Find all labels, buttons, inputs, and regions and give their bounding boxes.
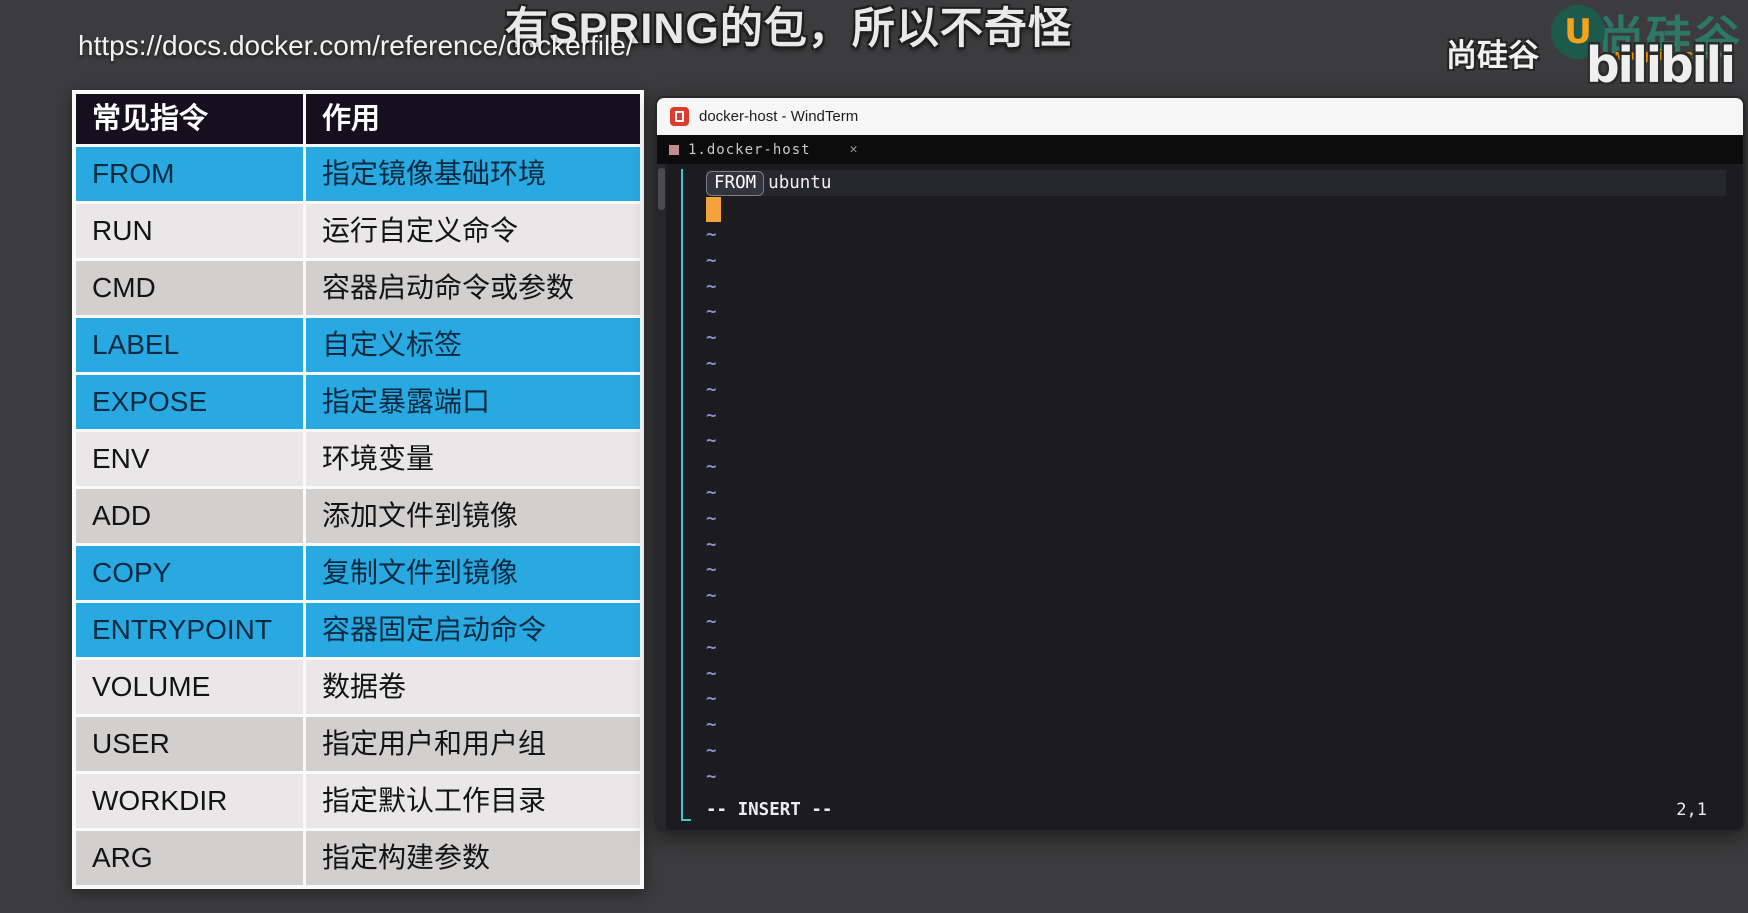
atguigu-brand-text: 尚硅谷 <box>1446 30 1539 75</box>
tilde-line: ~ <box>706 481 1733 507</box>
effect-cell: 添加文件到镜像 <box>306 489 640 543</box>
tilde-line: ~ <box>706 378 1733 404</box>
watermark: 尚硅谷 U 尚硅谷 www.atguigu.com bilibili <box>1438 0 1748 100</box>
from-argument: ubuntu <box>768 173 831 193</box>
command-cell: VOLUME <box>76 660 303 714</box>
effect-cell: 复制文件到镜像 <box>306 546 640 600</box>
tilde-line: ~ <box>706 739 1733 765</box>
tilde-line: ~ <box>706 558 1733 584</box>
vim-mode-guide-line <box>681 169 691 821</box>
command-cell: EXPOSE <box>76 375 303 429</box>
table-row: ENV环境变量 <box>76 432 640 486</box>
tilde-line: ~ <box>706 662 1733 688</box>
tilde-line: ~ <box>706 223 1733 249</box>
tilde-line: ~ <box>706 404 1733 430</box>
table-row: ADD添加文件到镜像 <box>76 489 640 543</box>
tab-close-icon[interactable]: ✕ <box>850 142 858 157</box>
effect-cell: 指定暴露端口 <box>306 375 640 429</box>
effect-cell: 指定用户和用户组 <box>306 717 640 771</box>
table-row: WORKDIR指定默认工作目录 <box>76 774 640 828</box>
tab-docker-host[interactable]: 1.docker-host ✕ <box>669 142 857 158</box>
code-line-1: FROMubuntu <box>706 170 1726 196</box>
tilde-line: ~ <box>706 584 1733 610</box>
table-row: VOLUME数据卷 <box>76 660 640 714</box>
window-titlebar[interactable]: docker-host - WindTerm <box>657 98 1743 135</box>
table-row: ARG指定构建参数 <box>76 831 640 885</box>
command-cell: WORKDIR <box>76 774 303 828</box>
windterm-window: docker-host - WindTerm 1.docker-host ✕ F… <box>655 96 1745 832</box>
table-row: RUN运行自定义命令 <box>76 204 640 258</box>
windterm-app-icon <box>670 107 689 126</box>
scroll-thumb[interactable] <box>658 168 665 210</box>
effect-cell: 数据卷 <box>306 660 640 714</box>
header-command: 常见指令 <box>76 94 303 144</box>
effect-cell: 指定构建参数 <box>306 831 640 885</box>
tilde-line: ~ <box>706 429 1733 455</box>
dockerfile-instruction-table: 常见指令 作用 FROM指定镜像基础环境RUN运行自定义命令CMD容器启动命令或… <box>72 90 644 889</box>
command-cell: COPY <box>76 546 303 600</box>
tilde-line: ~ <box>706 533 1733 559</box>
tab-label: 1.docker-host <box>688 142 811 158</box>
table-row: COPY复制文件到镜像 <box>76 546 640 600</box>
code-line-2 <box>706 197 1733 223</box>
effect-cell: 指定镜像基础环境 <box>306 147 640 201</box>
tilde-line: ~ <box>706 636 1733 662</box>
command-cell: FROM <box>76 147 303 201</box>
table-header-row: 常见指令 作用 <box>76 94 640 144</box>
tilde-column: ~~~~~~~~~~~~~~~~~~~~~~ <box>706 223 1733 791</box>
bilibili-logo: bilibili <box>1586 37 1734 95</box>
table-row: LABEL自定义标签 <box>76 318 640 372</box>
command-cell: RUN <box>76 204 303 258</box>
command-cell: ENV <box>76 432 303 486</box>
command-cell: USER <box>76 717 303 771</box>
tilde-line: ~ <box>706 713 1733 739</box>
cursor-position-indicator: 2,1 <box>1676 797 1707 823</box>
command-cell: ADD <box>76 489 303 543</box>
command-cell: ENTRYPOINT <box>76 603 303 657</box>
table-row: EXPOSE指定暴露端口 <box>76 375 640 429</box>
vim-mode-indicator: -- INSERT -- <box>706 797 832 823</box>
session-status-icon <box>669 145 679 155</box>
video-frame: { "page": { "title_overlay": "有SPRING的包，… <box>0 0 1748 913</box>
tab-bar: 1.docker-host ✕ <box>657 135 1743 164</box>
header-effect: 作用 <box>306 94 640 144</box>
effect-cell: 自定义标签 <box>306 318 640 372</box>
tilde-line: ~ <box>706 455 1733 481</box>
effect-cell: 运行自定义命令 <box>306 204 640 258</box>
command-cell: ARG <box>76 831 303 885</box>
tilde-line: ~ <box>706 610 1733 636</box>
tilde-line: ~ <box>706 300 1733 326</box>
tilde-line: ~ <box>706 687 1733 713</box>
docs-url-text: https://docs.docker.com/reference/docker… <box>78 30 634 62</box>
left-scroll-strip[interactable] <box>657 164 666 830</box>
from-keyword: FROM <box>706 171 764 196</box>
effect-cell: 指定默认工作目录 <box>306 774 640 828</box>
tilde-line: ~ <box>706 352 1733 378</box>
table-row: ENTRYPOINT容器固定启动命令 <box>76 603 640 657</box>
text-cursor <box>706 197 721 222</box>
tilde-line: ~ <box>706 275 1733 301</box>
table-row: CMD容器启动命令或参数 <box>76 261 640 315</box>
command-cell: LABEL <box>76 318 303 372</box>
effect-cell: 环境变量 <box>306 432 640 486</box>
tilde-line: ~ <box>706 249 1733 275</box>
tilde-line: ~ <box>706 765 1733 791</box>
effect-cell: 容器启动命令或参数 <box>306 261 640 315</box>
command-cell: CMD <box>76 261 303 315</box>
tilde-line: ~ <box>706 326 1733 352</box>
vim-status-line: -- INSERT -- 2,1 <box>706 797 1707 823</box>
window-title: docker-host - WindTerm <box>699 108 858 125</box>
tilde-line: ~ <box>706 507 1733 533</box>
effect-cell: 容器固定启动命令 <box>306 603 640 657</box>
vim-editor-area[interactable]: FROMubuntu ~~~~~~~~~~~~~~~~~~~~~~ -- INS… <box>657 164 1743 830</box>
table-row: USER指定用户和用户组 <box>76 717 640 771</box>
table-row: FROM指定镜像基础环境 <box>76 147 640 201</box>
